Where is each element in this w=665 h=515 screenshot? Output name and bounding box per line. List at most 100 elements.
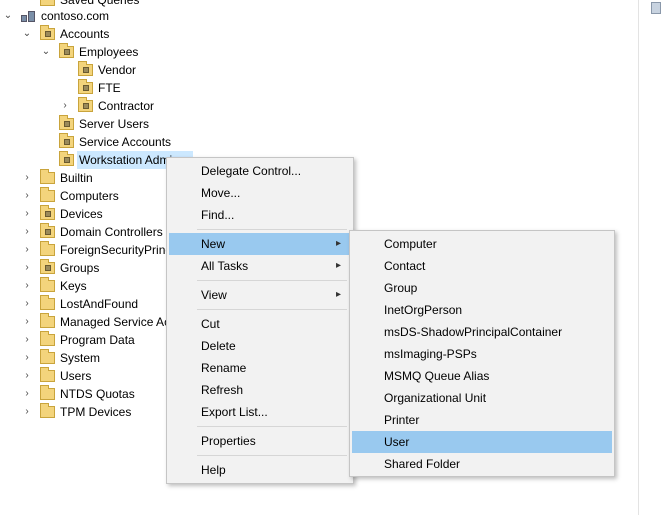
- folder-icon: [40, 349, 56, 365]
- folder-icon: [40, 295, 56, 311]
- ou-icon: [78, 61, 94, 77]
- menu-item-label: All Tasks: [201, 259, 249, 273]
- tree-node-label: Keys: [60, 279, 87, 293]
- menu-item-label: Help: [201, 463, 226, 477]
- menu-item-delete[interactable]: Delete: [169, 335, 351, 357]
- submenu-item-user[interactable]: User: [352, 431, 612, 453]
- tree-node-label: Accounts: [60, 27, 110, 41]
- menu-item-label: Delete: [201, 339, 236, 353]
- chevron-right-icon: ▸: [335, 260, 341, 271]
- menu-item-label: View: [201, 288, 227, 302]
- submenu-item-printer[interactable]: Printer: [352, 409, 612, 431]
- chevron-right-icon[interactable]: ›: [22, 187, 32, 205]
- domain-icon: [21, 9, 37, 23]
- details-pane-edge: [638, 0, 665, 515]
- folder-icon: [40, 313, 56, 329]
- tree-node-label: Program Data: [60, 333, 135, 347]
- menu-item-export-list[interactable]: Export List...: [169, 401, 351, 423]
- folder-icon: [40, 169, 56, 185]
- chevron-right-icon[interactable]: ›: [22, 259, 32, 277]
- menu-separator: [197, 229, 347, 230]
- ou-icon: [40, 25, 56, 41]
- chevron-right-icon[interactable]: ›: [22, 277, 32, 295]
- menu-item-delegate-control[interactable]: Delegate Control...: [169, 160, 351, 182]
- submenu-item-shared-folder[interactable]: Shared Folder: [352, 453, 612, 475]
- chevron-down-icon[interactable]: ⌄: [22, 25, 32, 43]
- submenu-item-inetorgperson[interactable]: InetOrgPerson: [352, 299, 612, 321]
- menu-item-label: Find...: [201, 208, 235, 222]
- menu-separator: [197, 455, 347, 456]
- tree-node-label: Contractor: [98, 99, 155, 113]
- menu-item-label: Rename: [201, 361, 247, 375]
- folder-icon: [40, 187, 56, 203]
- chevron-right-icon: ▸: [335, 238, 341, 249]
- menu-separator: [197, 280, 347, 281]
- folder-icon: [40, 403, 56, 419]
- chevron-down-icon[interactable]: ⌄: [3, 7, 13, 25]
- chevron-right-icon[interactable]: ›: [22, 241, 32, 259]
- ou-icon: [78, 79, 94, 95]
- chevron-right-icon[interactable]: ›: [22, 349, 32, 367]
- tree-node-label: Builtin: [60, 171, 93, 185]
- menu-item-find[interactable]: Find...: [169, 204, 351, 226]
- saved-queries-folder-icon: [40, 0, 56, 7]
- ou-icon: [40, 205, 56, 221]
- menu-item-help[interactable]: Help: [169, 459, 351, 481]
- submenu-item-shadow-principal-container[interactable]: msDS-ShadowPrincipalContainer: [352, 321, 612, 343]
- tree-node-label: contoso.com: [41, 9, 110, 23]
- chevron-right-icon[interactable]: ›: [22, 313, 32, 331]
- chevron-right-icon[interactable]: ›: [60, 97, 70, 115]
- tree-node-label: Vendor: [98, 63, 137, 77]
- menu-item-all-tasks[interactable]: All Tasks ▸: [169, 255, 351, 277]
- menu-item-cut[interactable]: Cut: [169, 313, 351, 335]
- submenu-item-group[interactable]: Group: [352, 277, 612, 299]
- user-object-icon: [651, 2, 661, 14]
- folder-icon: [40, 367, 56, 383]
- tree-node-label: NTDS Quotas: [60, 387, 135, 401]
- folder-icon: [40, 241, 56, 257]
- submenu-item-contact[interactable]: Contact: [352, 255, 612, 277]
- submenu-item-label: Group: [384, 281, 418, 295]
- tree-node-label: Devices: [60, 207, 103, 221]
- menu-item-label: Cut: [201, 317, 220, 331]
- submenu-item-organizational-unit[interactable]: Organizational Unit: [352, 387, 612, 409]
- chevron-down-icon[interactable]: ⌄: [41, 43, 51, 61]
- menu-item-label: Properties: [201, 434, 256, 448]
- tree-node-label: Service Accounts: [79, 135, 172, 149]
- chevron-right-icon[interactable]: ›: [22, 205, 32, 223]
- ou-icon: [59, 115, 75, 131]
- tree-node-label: TPM Devices: [60, 405, 132, 419]
- chevron-right-icon[interactable]: ›: [22, 367, 32, 385]
- submenu-item-label: User: [384, 435, 410, 449]
- chevron-right-icon[interactable]: ›: [22, 385, 32, 403]
- submenu-item-label: Organizational Unit: [384, 391, 487, 405]
- tree-node-label: ForeignSecurityPrinc: [60, 243, 172, 257]
- tree-node-label: System: [60, 351, 101, 365]
- menu-item-label: Export List...: [201, 405, 268, 419]
- chevron-right-icon[interactable]: ›: [22, 403, 32, 421]
- submenu-item-msmq-queue-alias[interactable]: MSMQ Queue Alias: [352, 365, 612, 387]
- ou-icon: [40, 259, 56, 275]
- ou-icon: [59, 133, 75, 149]
- menu-item-view[interactable]: View ▸: [169, 284, 351, 306]
- menu-item-label: New: [201, 237, 226, 251]
- tree-node-label: Computers: [60, 189, 119, 203]
- menu-item-new[interactable]: New ▸: [169, 233, 351, 255]
- chevron-right-icon[interactable]: ›: [22, 295, 32, 313]
- tree-node-label: Groups: [60, 261, 100, 275]
- menu-item-rename[interactable]: Rename: [169, 357, 351, 379]
- ou-icon: [78, 97, 94, 113]
- submenu-item-label: MSMQ Queue Alias: [384, 369, 490, 383]
- chevron-right-icon[interactable]: ›: [22, 331, 32, 349]
- submenu-item-computer[interactable]: Computer: [352, 233, 612, 255]
- menu-item-refresh[interactable]: Refresh: [169, 379, 351, 401]
- submenu-item-msimaging-psps[interactable]: msImaging-PSPs: [352, 343, 612, 365]
- chevron-right-icon[interactable]: ›: [22, 223, 32, 241]
- new-submenu[interactable]: Computer Contact Group InetOrgPerson msD…: [349, 230, 615, 477]
- chevron-right-icon[interactable]: ›: [22, 169, 32, 187]
- context-menu[interactable]: Delegate Control... Move... Find... New ▸…: [166, 157, 354, 484]
- submenu-item-label: msDS-ShadowPrincipalContainer: [384, 325, 563, 339]
- tree-node-label: LostAndFound: [60, 297, 139, 311]
- menu-item-move[interactable]: Move...: [169, 182, 351, 204]
- menu-item-properties[interactable]: Properties: [169, 430, 351, 452]
